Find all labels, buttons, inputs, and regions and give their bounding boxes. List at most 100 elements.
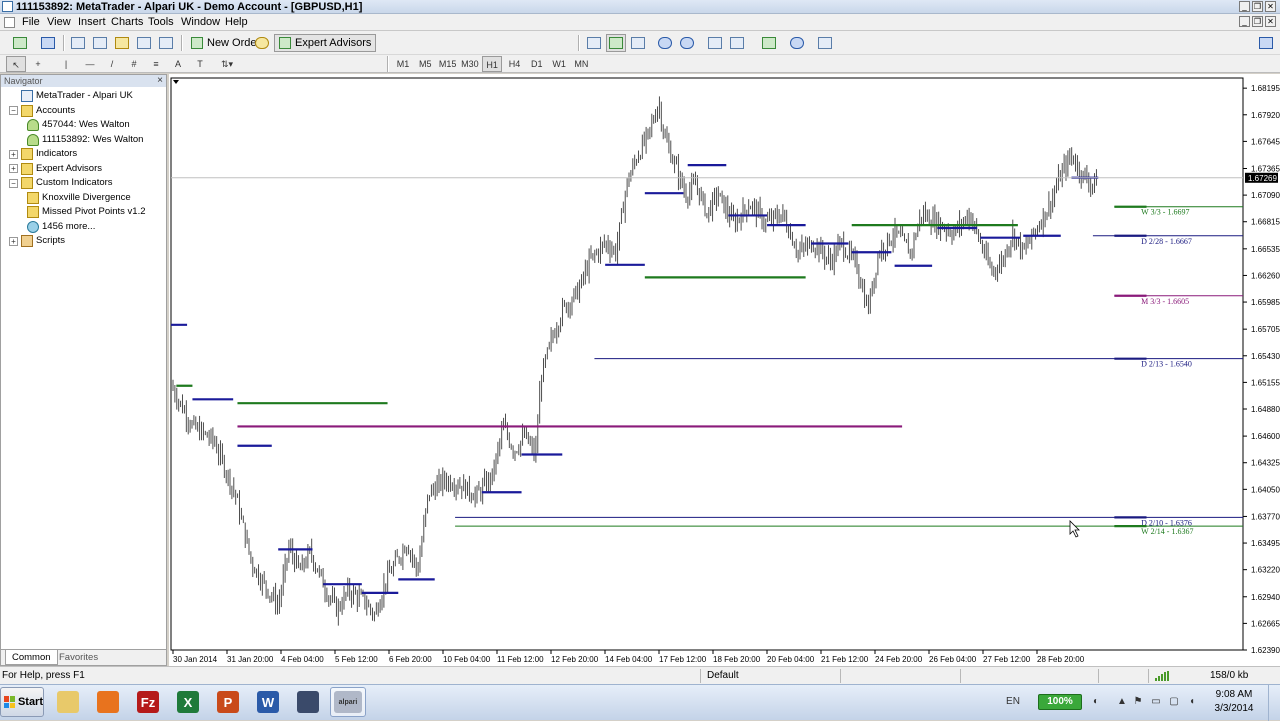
menu-window[interactable]: Window bbox=[181, 14, 220, 31]
alpari-app[interactable]: alpari bbox=[330, 687, 366, 717]
data-window-button[interactable] bbox=[90, 34, 110, 52]
menu-insert[interactable]: Insert bbox=[78, 14, 106, 31]
show-hidden-icons[interactable]: ▲ bbox=[1116, 696, 1128, 708]
chart-restore-button[interactable]: ❐ bbox=[1252, 16, 1263, 27]
navigator-item[interactable]: 457044: Wes Walton bbox=[27, 118, 130, 132]
filezilla-app[interactable]: Fz bbox=[130, 687, 166, 717]
vertical-line-tool[interactable]: | bbox=[56, 56, 76, 72]
display-icon[interactable]: ▢ bbox=[1168, 696, 1180, 708]
auto-scroll-button[interactable] bbox=[705, 34, 725, 52]
volume-icon[interactable]: ◖ bbox=[1186, 696, 1198, 708]
navigator-item[interactable]: + Scripts bbox=[9, 234, 65, 248]
navigator-item[interactable]: 1456 more... bbox=[27, 220, 95, 234]
expand-icon[interactable]: + bbox=[9, 164, 18, 173]
timeframe-m5-button[interactable]: M5 bbox=[415, 56, 435, 72]
tool-app[interactable] bbox=[290, 687, 326, 717]
navigator-item[interactable]: − Accounts bbox=[9, 104, 75, 118]
chart-minimize-button[interactable]: _ bbox=[1239, 16, 1250, 27]
candlestick-button[interactable] bbox=[606, 34, 626, 52]
minimize-button[interactable]: _ bbox=[1239, 1, 1250, 12]
timeframe-m1-button[interactable]: M1 bbox=[393, 56, 413, 72]
tool-app-icon bbox=[297, 691, 319, 713]
powerpoint-app[interactable]: P bbox=[210, 687, 246, 717]
antivirus-icon[interactable]: ◐ bbox=[1090, 696, 1102, 708]
start-button[interactable]: Start bbox=[0, 687, 44, 717]
navigator-close-button[interactable]: × bbox=[157, 75, 163, 87]
menu-bar: File View Insert Charts Tools Window Hel… bbox=[0, 14, 1280, 31]
crosshair-tool[interactable]: + bbox=[28, 56, 48, 72]
timeframe-mn-button[interactable]: MN bbox=[571, 56, 591, 72]
close-button[interactable]: ✕ bbox=[1265, 1, 1276, 12]
terminal-button[interactable] bbox=[134, 34, 154, 52]
show-desktop-button[interactable] bbox=[1268, 685, 1280, 721]
battery-indicator[interactable]: 100% bbox=[1038, 694, 1082, 710]
zoom-out-button[interactable] bbox=[677, 34, 697, 52]
zoom-in-button[interactable] bbox=[655, 34, 675, 52]
cursor-tool[interactable]: ↖ bbox=[6, 56, 26, 72]
timeframe-m15-button[interactable]: M15 bbox=[438, 56, 458, 72]
timeframe-h4-button[interactable]: H4 bbox=[505, 56, 525, 72]
timeframe-d1-button[interactable]: D1 bbox=[527, 56, 547, 72]
expand-icon[interactable]: + bbox=[9, 236, 18, 246]
excel-app[interactable]: X bbox=[170, 687, 206, 717]
trendline-tool[interactable]: / bbox=[102, 56, 122, 72]
price-tick-label: 1.68195 bbox=[1251, 84, 1280, 93]
navigator-item[interactable]: 111153892: Wes Walton bbox=[27, 133, 143, 147]
fibonacci-tool[interactable]: ≡ bbox=[146, 56, 166, 72]
line-chart-button[interactable] bbox=[628, 34, 648, 52]
price-tick-label: 1.67365 bbox=[1251, 164, 1280, 173]
collapse-icon[interactable]: − bbox=[9, 178, 18, 188]
language-indicator[interactable]: EN bbox=[1005, 696, 1021, 708]
channel-tool[interactable]: # bbox=[124, 56, 144, 72]
text-label-tool[interactable]: T bbox=[190, 56, 210, 72]
word-app[interactable]: W bbox=[250, 687, 286, 717]
price-tick-label: 1.67920 bbox=[1251, 111, 1280, 120]
timeframe-m30-button[interactable]: M30 bbox=[460, 56, 480, 72]
chart-window-icon[interactable] bbox=[4, 17, 15, 28]
strategy-tester-button[interactable] bbox=[156, 34, 176, 52]
expert-advisors-button[interactable]: Expert Advisors bbox=[274, 34, 377, 52]
metaeditor-button[interactable] bbox=[252, 34, 272, 52]
templates-button[interactable] bbox=[812, 34, 838, 52]
help-book-button[interactable] bbox=[1256, 34, 1276, 52]
indicators-button[interactable] bbox=[756, 34, 782, 52]
navigator-item-label: Indicators bbox=[36, 148, 78, 159]
chart-shift-button[interactable] bbox=[727, 34, 747, 52]
horizontal-line-tool[interactable]: — bbox=[80, 56, 100, 72]
price-chart[interactable]: 1.68195 1.67920 1.67645 1.67365 1.67090 1.668… bbox=[169, 74, 1280, 666]
periods-button[interactable] bbox=[784, 34, 810, 52]
action-center-icon[interactable]: ⚑ bbox=[1132, 696, 1144, 708]
text-tool[interactable]: A bbox=[168, 56, 188, 72]
menu-help[interactable]: Help bbox=[225, 14, 248, 31]
menu-charts[interactable]: Charts bbox=[111, 14, 143, 31]
navigator-tab-common[interactable]: Common bbox=[5, 650, 58, 665]
chart-close-button[interactable]: ✕ bbox=[1265, 16, 1276, 27]
menu-file[interactable]: File bbox=[22, 14, 40, 31]
market-watch-button[interactable] bbox=[68, 34, 88, 52]
navigator-item[interactable]: MetaTrader - Alpari UK bbox=[9, 89, 133, 103]
restore-button[interactable]: ❐ bbox=[1252, 1, 1263, 12]
navigator-item[interactable]: Knoxville Divergence bbox=[27, 191, 131, 205]
new-chart-button[interactable] bbox=[6, 34, 34, 52]
navigator-tab-favorites[interactable]: Favorites bbox=[53, 650, 104, 665]
bar-chart-button[interactable] bbox=[584, 34, 604, 52]
clock[interactable]: 9:08 AM 3/3/2014 bbox=[1210, 688, 1258, 716]
arrows-tool[interactable]: ⇅▾ bbox=[214, 56, 240, 72]
timeframe-w1-button[interactable]: W1 bbox=[549, 56, 569, 72]
network-icon[interactable]: ▭ bbox=[1150, 696, 1162, 708]
profiles-button[interactable] bbox=[35, 34, 61, 52]
explorer-app[interactable] bbox=[50, 687, 86, 717]
firefox-app[interactable] bbox=[90, 687, 126, 717]
navigator-item[interactable]: + Expert Advisors bbox=[9, 162, 102, 176]
navigator-item[interactable]: Missed Pivot Points v1.2 bbox=[27, 205, 146, 219]
menu-view[interactable]: View bbox=[47, 14, 71, 31]
navigator-item[interactable]: − Custom Indicators bbox=[9, 176, 113, 190]
menu-tools[interactable]: Tools bbox=[148, 14, 174, 31]
timeframe-h1-button[interactable]: H1 bbox=[482, 56, 503, 72]
collapse-icon[interactable]: − bbox=[9, 106, 18, 115]
expand-icon[interactable]: + bbox=[9, 149, 18, 159]
navigator-item[interactable]: + Indicators bbox=[9, 147, 77, 161]
navigator-button[interactable] bbox=[112, 34, 132, 52]
clock-date: 3/3/2014 bbox=[1214, 703, 1254, 714]
chart-canvas[interactable]: 1.68195 1.67920 1.67645 1.67365 1.67090 1.668… bbox=[169, 74, 1280, 666]
